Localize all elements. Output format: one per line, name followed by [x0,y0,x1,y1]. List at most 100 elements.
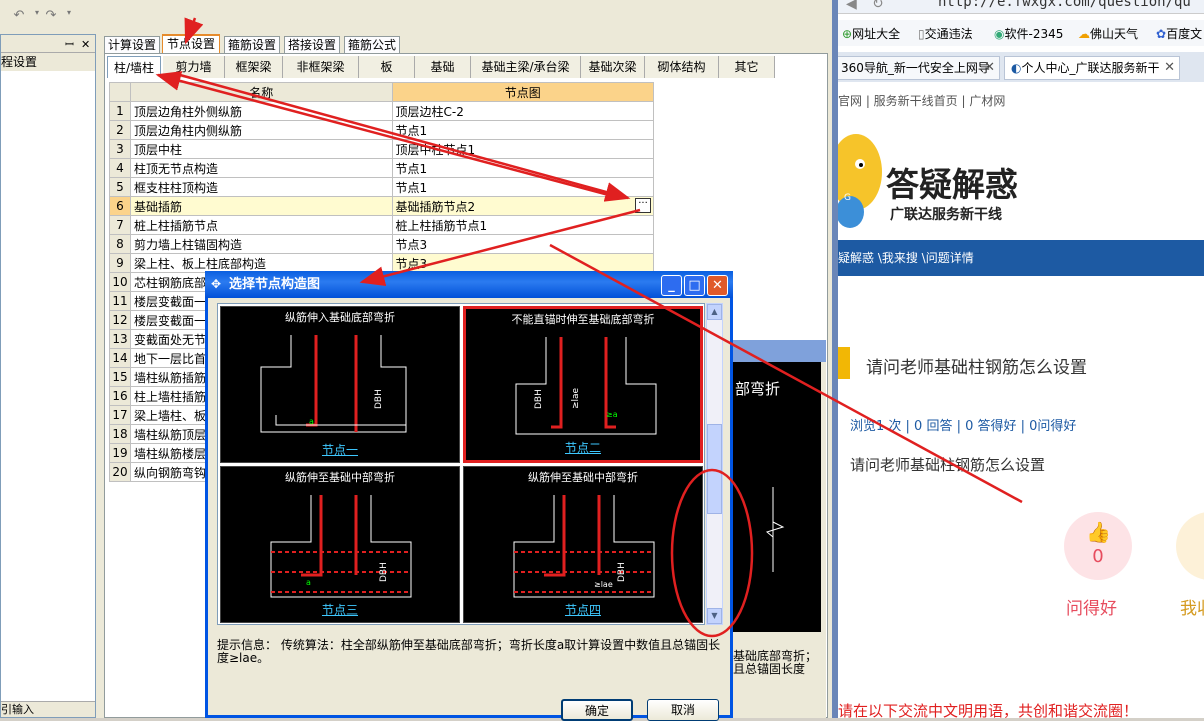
side-panel-title[interactable]: 程设置 [1,53,95,71]
node-option-3[interactable]: DBH a 纵筋伸至基础中部弯折 节点三 [220,466,460,623]
pin-icon[interactable]: ꟷ [65,36,74,54]
row-node-cell[interactable]: 基础插筋节点2 [391,196,655,216]
tab-stirrup-formula[interactable]: 箍筋公式 [344,36,400,53]
row-name-cell[interactable]: 梁上柱、板上柱底部构造 [129,253,393,273]
node-option-4[interactable]: DBH ≥lae 纵筋伸至基础中部弯折 节点四 [463,466,703,623]
row-node-cell[interactable]: 顶层边柱C-2 [391,101,655,121]
row-node-cell[interactable]: 节点3 [391,253,655,273]
side-panel: ꟷ ✕ 程设置 引输入 [0,34,96,718]
ellipsis-button[interactable]: ··· [635,198,651,213]
close-tab-icon[interactable]: ✕ [984,57,995,79]
bookmark-1[interactable]: ⊕网址大全 [842,25,900,42]
table-row[interactable]: 6 基础插筋 基础插筋节点2 [109,196,655,216]
node-3-diagram: DBH a [270,495,412,598]
favorite-button[interactable] [1176,512,1204,580]
row-node-cell[interactable]: 节点3 [391,234,655,254]
node-diagram-list: DBH a 纵筋伸入基础底部弯折 节点一 DBH ≥lae ≥a 不能直锚时伸至… [217,303,705,625]
bookmark-3[interactable]: ◉软件-2345 [994,25,1063,42]
subtab-other[interactable]: 其它 [719,56,775,78]
subtab-frame-beam[interactable]: 框架梁 [225,56,283,78]
table-row[interactable]: 7 桩上柱插筋节点 桩上柱插筋节点1 [109,215,655,235]
close-icon[interactable]: ✕ [81,36,90,54]
row-name-cell[interactable]: 柱顶无节点构造 [129,158,393,178]
subtab-nonframe-beam[interactable]: 非框架梁 [283,56,359,78]
bookmark-5[interactable]: ✿百度文 [1156,25,1202,42]
subtab-foundation-secondary-beam[interactable]: 基础次梁 [581,56,645,78]
site-links[interactable]: 官网 | 服务新干线首页 | 广材网 [838,92,1005,109]
table-row[interactable]: 1 顶层边角柱外侧纵筋 顶层边柱C-2 [109,101,655,121]
row-name-cell[interactable]: 顶层中柱 [129,139,393,159]
close-icon[interactable]: ✕ [707,275,728,296]
scroll-down-icon[interactable]: ▼ [707,608,722,624]
node-option-1[interactable]: DBH a 纵筋伸入基础底部弯折 节点一 [220,306,460,463]
row-number: 4 [109,158,131,178]
subtab-shear-wall[interactable]: 剪力墙 [163,56,225,78]
footer-note: 请在以下交流中文明用语，共创和谐交流圈！ [838,702,1139,718]
tab-calc-settings[interactable]: 计算设置 [104,36,160,53]
row-node-cell[interactable]: 节点1 [391,158,655,178]
dialog-titlebar[interactable]: ✥ 选择节点构造图 _ □ ✕ [205,271,733,298]
row-number: 13 [109,329,131,349]
row-name-cell[interactable]: 顶层边角柱内侧纵筋 [129,120,393,140]
row-node-cell[interactable]: 顶层中柱节点1 [391,139,655,159]
tab-stirrup-settings[interactable]: 箍筋设置 [224,36,280,53]
redo-dropdown-icon[interactable]: ▾ [60,8,78,24]
subtab-slab[interactable]: 板 [359,56,415,78]
browser-tab-1[interactable]: 360导航_新一代安全上网导 ✕ [838,56,1000,80]
subtab-foundation[interactable]: 基础 [415,56,471,78]
node-1-caption: 纵筋伸入基础底部弯折 [285,311,395,324]
node-option-2-selected[interactable]: DBH ≥lae ≥a 不能直锚时伸至基础底部弯折 节点二 [463,306,703,463]
like-button[interactable]: 👍 0 [1064,512,1132,580]
row-number: 1 [109,101,131,121]
node-list-scrollbar[interactable]: ▲ ▼ [706,303,723,625]
table-row[interactable]: 3 顶层中柱 顶层中柱节点1 [109,139,655,159]
table-row[interactable]: 4 柱顶无节点构造 节点1 [109,158,655,178]
table-row[interactable]: 2 顶层边角柱内侧纵筋 节点1 [109,120,655,140]
row-name-cell[interactable]: 桩上柱插筋节点 [129,215,393,235]
breadcrumb[interactable]: 疑解惑 \我来搜 \问题详情 [838,240,1204,276]
row-name-cell[interactable]: 顶层边角柱外侧纵筋 [129,101,393,121]
back-icon[interactable]: ◀ [846,0,857,12]
scroll-up-icon[interactable]: ▲ [707,304,722,320]
row-number: 18 [109,424,131,444]
toolbar: ↶ ▾ ↷ ▾ [0,0,100,32]
tab-lap-settings[interactable]: 搭接设置 [284,36,340,53]
tab-node-settings[interactable]: 节点设置 [162,34,220,53]
question-title: 请问老师基础柱钢筋怎么设置 [866,358,1087,378]
row-node-cell[interactable]: 节点1 [391,177,655,197]
redo-icon[interactable]: ↷ [42,8,60,24]
refresh-icon[interactable]: ↻ [872,0,884,12]
row-number: 15 [109,367,131,387]
address-bar[interactable]: http://e.fwxgx.com/question/qu [938,0,1191,10]
node-3-label[interactable]: 节点三 [221,601,459,618]
row-name-cell[interactable]: 基础插筋 [129,196,393,216]
table-row[interactable]: 9 梁上柱、板上柱底部构造 节点3 [109,253,655,273]
node-4-label[interactable]: 节点四 [464,601,702,618]
row-node-cell[interactable]: 节点1 [391,120,655,140]
browser-nav-bar: ◀ ↻ http://e.fwxgx.com/question/qu [838,0,1204,14]
subtab-masonry[interactable]: 砌体结构 [645,56,719,78]
close-tab-icon[interactable]: ✕ [1164,57,1175,79]
scrollbar-thumb[interactable] [707,424,722,514]
side-panel-footer: 引输入 [1,701,95,717]
undo-icon[interactable]: ↶ [10,8,28,24]
row-node-cell[interactable]: 桩上柱插筋节点1 [391,215,655,235]
row-number: 20 [109,462,131,482]
bookmark-1-icon: ⊕ [842,27,853,41]
maximize-icon[interactable]: □ [684,275,705,296]
subtab-foundation-main-beam[interactable]: 基础主梁/承台梁 [471,56,581,78]
bookmark-2[interactable]: ▯交通违法 [918,25,973,42]
subtab-column[interactable]: 柱/墙柱 [107,56,161,78]
node-1-label[interactable]: 节点一 [221,441,459,458]
row-name-cell[interactable]: 剪力墙上柱锚固构造 [129,234,393,254]
bookmark-4[interactable]: ☁佛山天气 [1078,25,1138,42]
node-2-label[interactable]: 节点二 [466,439,700,456]
minimize-icon[interactable]: _ [661,275,682,296]
background-dialog-hint: 基础底部弯折；且总锚固长度 [733,649,818,676]
table-row[interactable]: 8 剪力墙上柱锚固构造 节点3 [109,234,655,254]
row-number: 8 [109,234,131,254]
table-row[interactable]: 5 框支柱柱顶构造 节点1 [109,177,655,197]
browser-tab-2[interactable]: ◐个人中心_广联达服务新干 ✕ [1004,56,1180,80]
row-name-cell[interactable]: 框支柱柱顶构造 [129,177,393,197]
svg-text:G: G [844,193,851,203]
